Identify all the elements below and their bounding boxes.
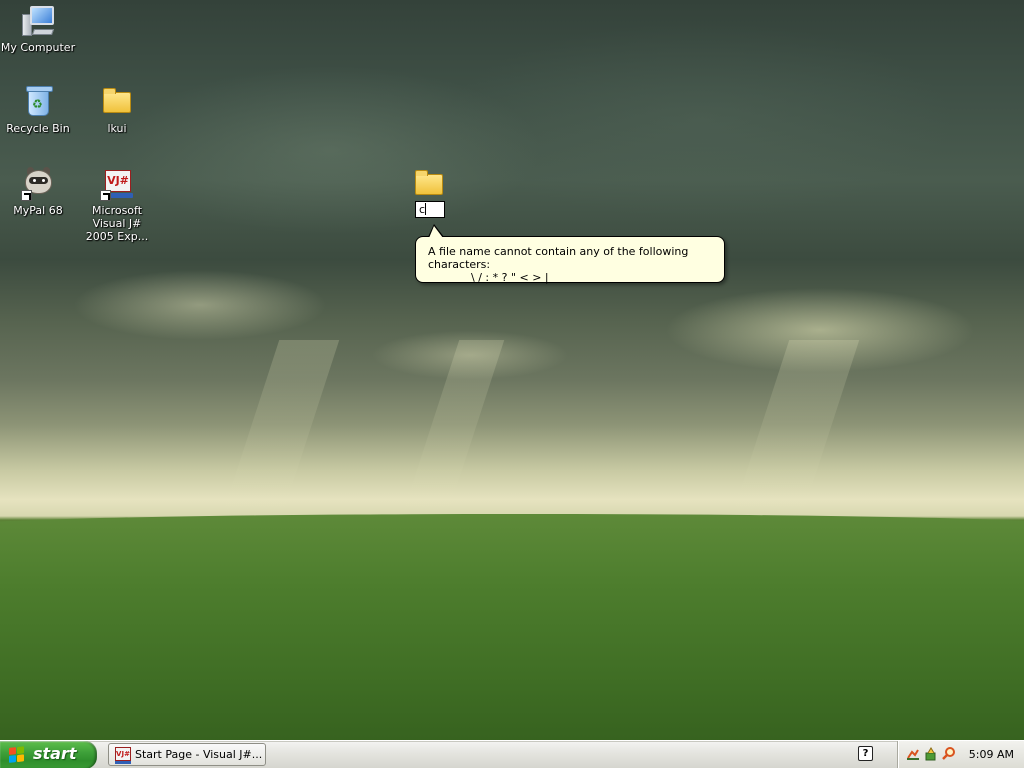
help-icon[interactable]: ? bbox=[858, 746, 873, 761]
desktop-icon-label: My Computer bbox=[0, 41, 76, 54]
text-caret bbox=[425, 203, 427, 215]
visual-j-sharp-icon: VJ# bbox=[115, 747, 131, 764]
desktop-icon-visual-j-sharp[interactable]: VJ# Microsoft Visual J# 2005 Exp... bbox=[77, 167, 157, 243]
search-icon[interactable] bbox=[942, 747, 956, 761]
taskbar-button-label: Start Page - Visual J#... bbox=[135, 748, 263, 761]
balloon-tail-fill bbox=[429, 226, 443, 238]
desktop-icon-label: lkui bbox=[107, 122, 127, 135]
taskbar-button-start-page[interactable]: VJ# Start Page - Visual J#... bbox=[108, 743, 266, 766]
recycle-bin-icon: ♻ bbox=[21, 85, 55, 119]
desktop-icon-label: Recycle Bin bbox=[6, 122, 70, 135]
desktop-icon-label: Microsoft Visual J# 2005 Exp... bbox=[85, 204, 149, 243]
mypal-icon bbox=[21, 167, 55, 201]
balloon-invalid-characters: \ / : * ? " < > | bbox=[471, 271, 549, 284]
folder-icon bbox=[100, 85, 134, 119]
start-label: start bbox=[33, 744, 77, 763]
folder-icon bbox=[412, 167, 446, 201]
desktop-icon-label: MyPal 68 bbox=[13, 204, 63, 217]
light-ray bbox=[400, 340, 505, 520]
desktop-icon-lkui-folder[interactable]: lkui bbox=[77, 85, 157, 135]
my-computer-icon bbox=[21, 4, 55, 38]
windows-logo-icon bbox=[9, 746, 26, 764]
desktop-icon-mypal[interactable]: MyPal 68 bbox=[0, 167, 78, 217]
grass-hill bbox=[0, 514, 1024, 740]
clock[interactable]: 5:09 AM bbox=[969, 741, 1014, 768]
shortcut-arrow-icon bbox=[100, 190, 111, 201]
invalid-filename-balloon: A file name cannot contain any of the fo… bbox=[415, 236, 725, 284]
light-ray bbox=[730, 340, 860, 520]
system-tray: 5:09 AM bbox=[897, 741, 1024, 768]
network-icon[interactable] bbox=[906, 747, 920, 761]
desktop-icon-renaming-folder[interactable] bbox=[389, 167, 469, 204]
balloon-message: A file name cannot contain any of the fo… bbox=[428, 245, 689, 271]
start-button[interactable]: start bbox=[0, 741, 97, 768]
desktop-icon-my-computer[interactable]: My Computer bbox=[0, 4, 78, 54]
light-ray bbox=[220, 340, 340, 520]
visual-j-sharp-icon: VJ# bbox=[100, 167, 134, 201]
taskbar: start VJ# Start Page - Visual J#... ? 5:… bbox=[0, 740, 1024, 768]
desktop-icon-recycle-bin[interactable]: ♻ Recycle Bin bbox=[0, 85, 78, 135]
tools-icon[interactable] bbox=[924, 747, 938, 761]
rename-input[interactable]: c bbox=[415, 201, 445, 218]
shortcut-arrow-icon bbox=[21, 190, 32, 201]
